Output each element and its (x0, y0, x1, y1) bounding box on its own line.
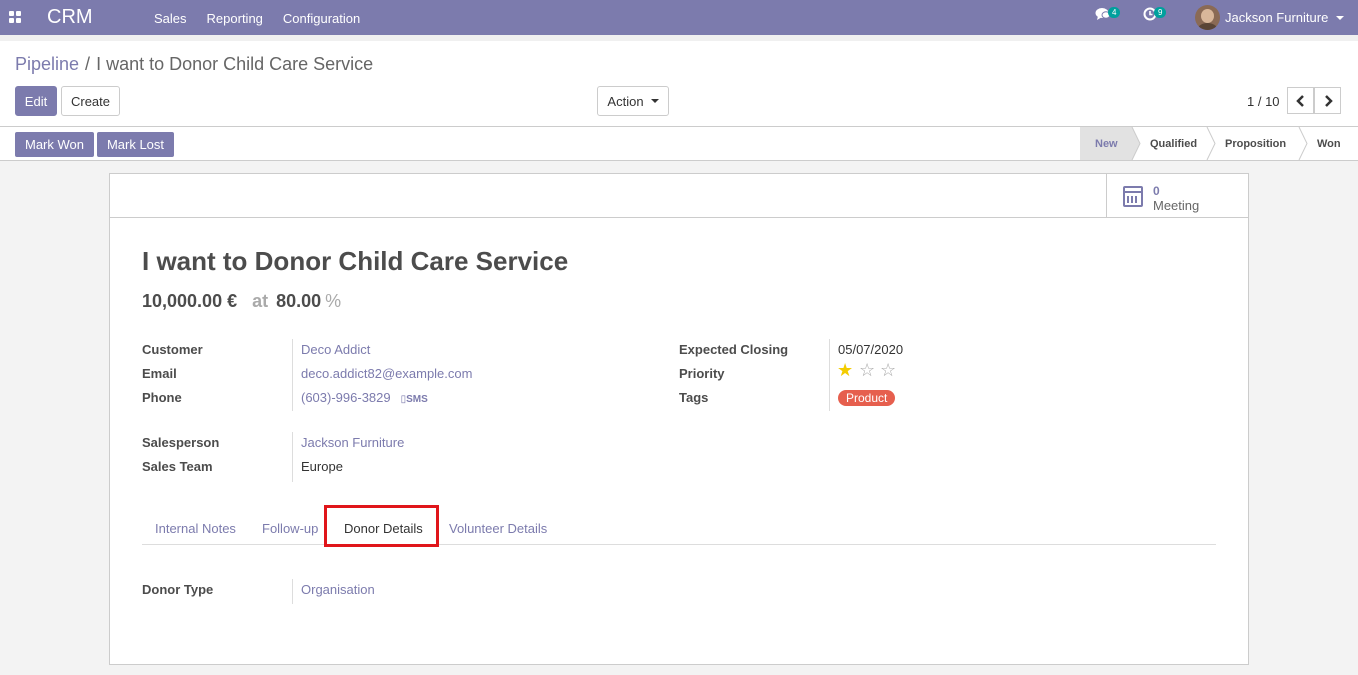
button-box: 0 Meeting (110, 174, 1248, 218)
donor-type-label: Donor Type (142, 582, 214, 597)
apps-grid-icon[interactable] (9, 11, 21, 23)
meeting-label: Meeting (1153, 198, 1200, 213)
calendar-icon (1123, 186, 1143, 207)
activities-button[interactable]: 9 (1143, 7, 1169, 24)
phone-value[interactable]: (603)-996-3829 (301, 390, 391, 405)
phone-label: Phone (142, 390, 182, 405)
salesperson-field[interactable]: Jackson Furniture (301, 435, 404, 450)
field-divider (292, 579, 293, 604)
customer-label: Customer (142, 342, 203, 357)
phone-field: (603)-996-3829 ▯SMS (301, 390, 428, 405)
record-title[interactable]: I want to Donor Child Care Service (142, 246, 568, 277)
breadcrumb: Pipeline / I want to Donor Child Care Serv… (15, 54, 373, 75)
pager-previous-button[interactable] (1287, 87, 1314, 114)
status-bar: Mark Won Mark Lost New Qualified Proposi… (0, 127, 1358, 161)
breadcrumb-separator: / (85, 54, 91, 74)
customer-field[interactable]: Deco Addict (301, 342, 370, 357)
stage-arrows (1131, 127, 1308, 160)
menu-reporting[interactable]: Reporting (207, 11, 263, 26)
priority-star-empty-icon[interactable]: ☆ (880, 361, 896, 379)
percent-sign: % (325, 291, 342, 311)
probability[interactable]: 80.00 (276, 291, 321, 311)
form-sheet: 0 Meeting I want to Donor Child Care Ser… (109, 173, 1249, 665)
notebook-tabs: Internal Notes Follow-up Donor Details V… (142, 505, 1216, 545)
menu-configuration[interactable]: Configuration (283, 11, 360, 26)
action-dropdown[interactable]: Action (597, 86, 669, 116)
field-divider (829, 339, 830, 411)
breadcrumb-pipeline[interactable]: Pipeline (15, 54, 79, 74)
priority-label: Priority (679, 366, 725, 381)
chevron-left-icon (1295, 94, 1304, 107)
caret-down-icon (650, 99, 659, 103)
sales-team-label: Sales Team (142, 459, 213, 474)
breadcrumb-current: I want to Donor Child Care Service (96, 54, 374, 74)
sms-label: SMS (406, 394, 428, 405)
highlight-box (324, 505, 439, 547)
pager-value[interactable]: 1 / 10 (1247, 94, 1280, 109)
meeting-count: 0 (1153, 184, 1160, 198)
field-divider (292, 339, 293, 411)
at-label: at (252, 291, 269, 311)
mark-won-button[interactable]: Mark Won (15, 132, 94, 157)
edit-button[interactable]: Edit (15, 86, 57, 116)
salesperson-label: Salesperson (142, 435, 220, 450)
messages-badge: 4 (1108, 7, 1121, 18)
priority-star-filled-icon[interactable]: ★ (837, 361, 853, 379)
revenue-line: 10,000.00 € at 80.00% (142, 291, 341, 312)
action-label: Action (607, 93, 644, 109)
expected-closing-field[interactable]: 05/07/2020 (838, 342, 903, 357)
user-name: Jackson Furniture (1225, 10, 1329, 25)
menu-sales[interactable]: Sales (154, 11, 187, 26)
expected-closing-label: Expected Closing (679, 342, 789, 357)
tag-badge[interactable]: Product (838, 390, 896, 406)
tab-follow-up[interactable]: Follow-up (262, 521, 318, 536)
donor-type-field[interactable]: Organisation (301, 582, 375, 597)
app-brand[interactable]: CRM (47, 6, 93, 29)
tab-internal-notes[interactable]: Internal Notes (155, 521, 236, 536)
email-label: Email (142, 366, 177, 381)
meeting-smart-button[interactable]: 0 Meeting (1106, 174, 1248, 217)
priority-star-empty-icon[interactable]: ☆ (859, 361, 875, 379)
tags-label: Tags (679, 390, 709, 405)
control-panel: Pipeline / I want to Donor Child Care Serv… (0, 41, 1358, 127)
sms-button[interactable]: ▯SMS (401, 394, 428, 405)
avatar (1195, 5, 1220, 30)
expected-revenue[interactable]: 10,000.00 € (142, 291, 237, 311)
activities-badge: 9 (1154, 7, 1167, 18)
top-navbar: CRM Sales Reporting Configuration 4 9 Ja… (0, 0, 1358, 35)
user-menu[interactable]: Jackson Furniture (1195, 5, 1345, 30)
main-menu: Sales Reporting Configuration (154, 11, 380, 26)
messages-button[interactable]: 4 (1095, 7, 1123, 24)
sales-team-field[interactable]: Europe (301, 459, 343, 474)
create-button[interactable]: Create (61, 86, 120, 116)
tab-volunteer-details[interactable]: Volunteer Details (449, 521, 547, 536)
caret-down-icon (1336, 15, 1345, 20)
field-divider (292, 432, 293, 482)
chevron-right-icon (1324, 94, 1333, 107)
email-field[interactable]: deco.addict82@example.com (301, 366, 472, 381)
mark-lost-button[interactable]: Mark Lost (97, 132, 174, 157)
pager-next-button[interactable] (1314, 87, 1341, 114)
